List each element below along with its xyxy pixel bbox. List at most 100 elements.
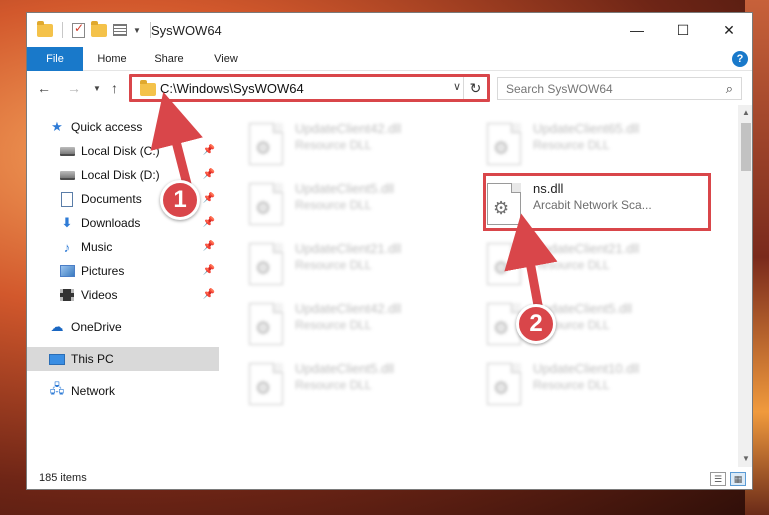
view-icon[interactable] [113,24,127,36]
close-button[interactable]: ✕ [706,13,752,47]
file-description: Resource DLL [533,138,610,152]
dll-file-icon: ⚙ [487,183,521,225]
dll-file-icon: ⚙ [487,243,521,285]
address-path[interactable]: C:\Windows\SysWOW64 [160,81,304,96]
toolbar-separator [62,22,63,38]
pin-icon: 📌 [202,265,215,276]
sidebar-item-label: Downloads [81,216,141,230]
pin-icon: 📌 [202,169,215,180]
title-bar: ▼ SysWOW64 — ☐ ✕ [27,13,752,47]
videos-icon [59,287,75,303]
search-box[interactable]: ⌕ [497,77,742,100]
vertical-scrollbar[interactable]: ▲ ▼ [738,105,752,467]
list-item[interactable]: ⚙ UpdateClient5.dll Resource DLL [249,179,479,235]
network-icon: 🖧 [49,381,65,396]
address-bar[interactable]: C:\Windows\SysWOW64 ∨ ↻ [131,76,488,100]
navigation-pane: ★ Quick access Local Disk (C:) 📌 Local D… [27,105,219,467]
scroll-up-icon[interactable]: ▲ [738,105,752,121]
list-item[interactable]: ⚙ UpdateClient21.dll Resource DLL [249,239,479,295]
file-description: Resource DLL [533,258,610,272]
sidebar-item-videos[interactable]: Videos 📌 [27,283,219,307]
file-name: UpdateClient42.dll [295,301,402,316]
list-item[interactable]: ⚙ UpdateClient42.dll Resource DLL [249,299,479,355]
music-icon: ♪ [63,239,71,255]
sidebar-item-this-pc[interactable]: This PC [27,347,219,371]
large-icons-view-icon[interactable]: ▦ [730,472,746,486]
list-item[interactable]: ⚙ UpdateClient10.dll Resource DLL [487,359,717,415]
sidebar-item-music[interactable]: ♪ Music 📌 [27,235,219,259]
tab-home[interactable]: Home [85,47,139,71]
folder-icon [140,80,156,96]
file-name: ns.dll [533,181,564,196]
file-description: Resource DLL [295,258,372,272]
window-title: SysWOW64 [151,23,222,38]
pin-icon: 📌 [202,145,215,156]
sidebar-item-label: Local Disk (C:) [81,144,160,158]
file-name: UpdateClient21.dll [295,241,402,256]
sidebar-item-label: Network [71,384,116,398]
address-dropdown-chevron-icon[interactable]: ∨ [453,80,461,93]
file-description: Resource DLL [533,378,610,392]
dll-file-icon: ⚙ [249,183,283,225]
search-input[interactable] [498,78,708,99]
refresh-icon[interactable]: ↻ [463,77,487,99]
quick-access-toolbar: ▼ [37,20,154,38]
sidebar-item-label: Music [81,240,113,254]
list-item[interactable]: ⚙ UpdateClient42.dll Resource DLL [249,119,479,175]
window-controls: — ☐ ✕ [614,13,752,47]
pin-icon: 📌 [202,217,215,228]
help-button[interactable]: ? [732,51,748,67]
file-name: UpdateClient5.dll [295,181,395,196]
dll-file-icon: ⚙ [249,123,283,165]
file-name: UpdateClient42.dll [295,121,402,136]
forward-arrow-icon[interactable]: → [67,80,81,96]
sidebar-item-onedrive[interactable]: ☁ OneDrive [27,315,219,339]
back-arrow-icon[interactable]: ← [37,80,51,96]
list-item[interactable]: ⚙ UpdateClient65.dll Resource DLL [487,119,717,175]
pin-icon: 📌 [202,193,215,204]
ribbon-tabs: File Home Share View ? [27,47,752,103]
scroll-down-icon[interactable]: ▼ [738,451,752,467]
file-description: Resource DLL [295,318,372,332]
file-list: ⚙ UpdateClient42.dll Resource DLL ⚙ Upda… [219,105,738,467]
dll-file-icon: ⚙ [249,303,283,345]
file-name: UpdateClient65.dll [533,121,640,136]
list-item[interactable]: ⚙ UpdateClient5.dll Resource DLL [249,359,479,415]
properties-icon[interactable] [72,21,85,38]
dll-file-icon: ⚙ [249,363,283,405]
explorer-window: ▼ SysWOW64 — ☐ ✕ File Home Share View ? … [26,12,753,490]
up-arrow-icon[interactable]: ↑ [111,80,118,96]
sidebar-item-label: Local Disk (D:) [81,168,160,182]
maximize-button[interactable]: ☐ [660,13,706,47]
sidebar-item-label: This PC [71,352,114,366]
star-icon: ★ [51,119,63,134]
cloud-icon: ☁ [50,319,64,334]
sidebar-item-label: Quick access [71,120,143,134]
minimize-button[interactable]: — [614,13,660,47]
file-name: UpdateClient21.dll [533,241,640,256]
list-item[interactable]: ⚙ UpdateClient21.dll Resource DLL [487,239,717,295]
pin-icon: 📌 [202,241,215,252]
sidebar-item-label: Pictures [81,264,125,278]
file-description: Resource DLL [295,198,372,212]
details-view-icon[interactable]: ☰ [710,472,726,486]
search-icon[interactable]: ⌕ [726,81,733,97]
tab-share[interactable]: Share [141,47,197,71]
recent-locations-chevron-icon[interactable]: ▼ [93,84,101,93]
sidebar-item-network[interactable]: 🖧 Network [27,379,219,403]
status-bar: 185 items ☰ ▦ [27,467,752,489]
documents-icon [59,191,75,207]
sidebar-item-quick-access[interactable]: ★ Quick access [27,115,219,139]
file-name: UpdateClient5.dll [295,361,395,376]
new-folder-icon[interactable] [91,20,107,37]
file-name: UpdateClient10.dll [533,361,640,376]
folder-icon [37,20,53,37]
list-item-ns-dll[interactable]: ⚙ ns.dll Arcabit Network Sca... [487,179,717,235]
scroll-thumb[interactable] [741,123,751,171]
tab-view[interactable]: View [199,47,253,71]
file-description: Resource DLL [295,138,372,152]
step-badge-1: 1 [160,180,200,220]
sidebar-item-pictures[interactable]: Pictures 📌 [27,259,219,283]
sidebar-item-local-disk-c[interactable]: Local Disk (C:) 📌 [27,139,219,163]
customize-toolbar-chevron-icon[interactable]: ▼ [133,26,141,35]
